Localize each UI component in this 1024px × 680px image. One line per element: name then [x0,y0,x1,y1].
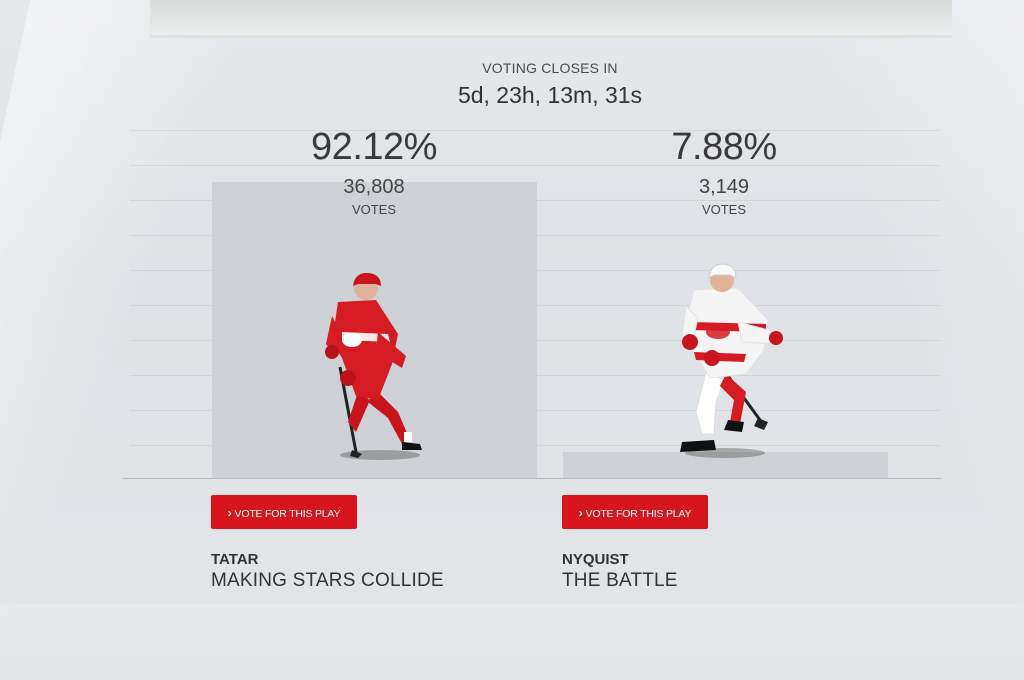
play-title-nyquist: THE BATTLE [562,570,678,591]
countdown-label: VOTING CLOSES IN [482,60,618,76]
chevron-right-icon: › [578,506,583,520]
player-image-nyquist: 14 [680,263,783,452]
chevron-right-icon: › [227,506,232,520]
player-image-tatar: 21 [325,272,422,458]
countdown-timer: 5d, 23h, 13m, 31s [457,82,643,108]
vote-button-tatar[interactable]: › VOTE FOR THIS PLAY [211,495,357,529]
hero-image-strip [150,0,952,38]
vote-button-label: VOTE FOR THIS PLAY [234,508,341,520]
player-name-tatar: TATAR [211,551,259,568]
play-title-tatar: MAKING STARS COLLIDE [211,570,444,591]
percent-tatar: 92.12% [311,126,437,168]
vote-button-label: VOTE FOR THIS PLAY [585,508,692,520]
vote-button-nyquist[interactable]: › VOTE FOR THIS PLAY [562,495,708,529]
votes-label-nyquist: VOTES [701,202,747,217]
player-name-nyquist: NYQUIST [562,551,629,568]
percent-nyquist: 7.88% [671,126,777,168]
votes-label-tatar: VOTES [351,202,397,217]
vote-count-nyquist: 3,149 [698,176,750,198]
chart-baseline [122,478,942,479]
vote-count-tatar: 36,808 [343,176,405,198]
